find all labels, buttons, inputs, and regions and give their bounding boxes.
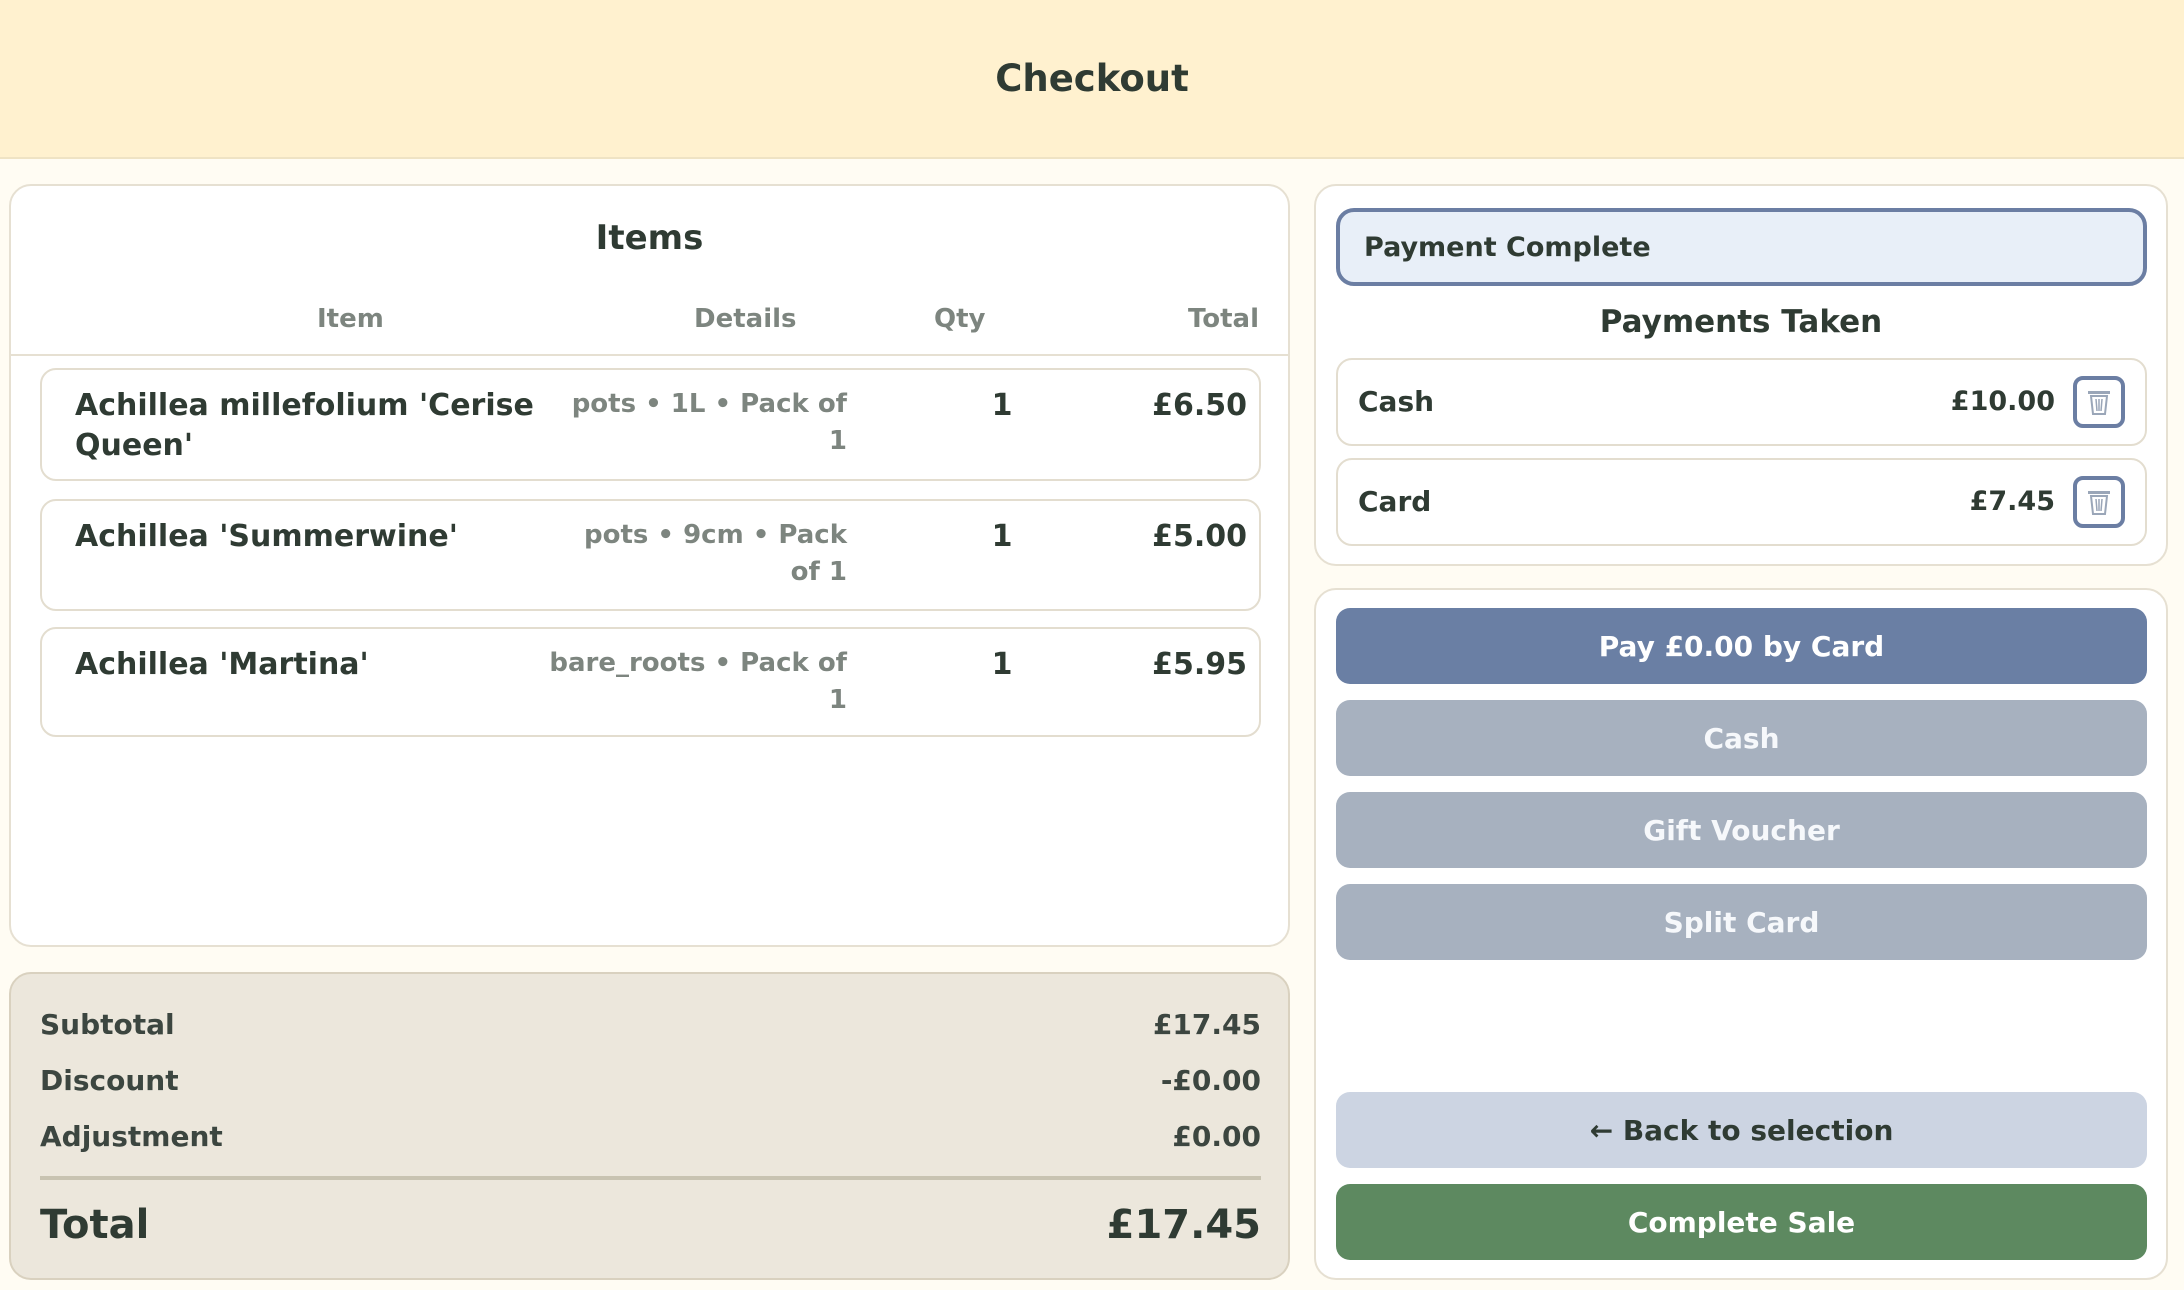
trash-icon — [2088, 491, 2110, 515]
adjustment-value: £0.00 — [1172, 1120, 1261, 1153]
item-qty: 1 — [991, 519, 1013, 554]
column-header-item: Item — [317, 304, 384, 334]
item-qty: 1 — [991, 388, 1013, 423]
payment-method: Card — [1358, 485, 1432, 518]
payment-status-badge: Payment Complete — [1336, 208, 2147, 286]
payments-panel: Payment Complete Payments Taken Cash £10… — [1314, 184, 2168, 566]
total-label: Total — [40, 1202, 150, 1248]
discount-row: Discount -£0.00 — [40, 1064, 1261, 1097]
back-to-selection-button[interactable]: ← Back to selection — [1336, 1092, 2147, 1168]
trash-icon — [2088, 391, 2110, 415]
payment-amount: £7.45 — [1969, 486, 2055, 517]
remove-payment-button[interactable] — [2073, 476, 2125, 528]
item-total: £5.95 — [1152, 647, 1247, 682]
items-panel: Items Item Details Qty Total Achillea mi… — [9, 184, 1290, 947]
payments-taken-title: Payments Taken — [1599, 304, 1883, 340]
item-details: bare_roots • Pack of 1 — [549, 648, 847, 715]
remove-payment-button[interactable] — [2073, 376, 2125, 428]
payment-row-cash: Cash £10.00 — [1336, 358, 2147, 446]
table-row[interactable]: Achillea 'Summerwine' pots • 9cm • Pack … — [40, 499, 1261, 611]
header-divider — [11, 354, 1288, 356]
subtotal-label: Subtotal — [40, 1008, 175, 1041]
discount-value: -£0.00 — [1160, 1064, 1261, 1097]
complete-sale-button[interactable]: Complete Sale — [1336, 1184, 2147, 1260]
table-row[interactable]: Achillea 'Martina' bare_roots • Pack of … — [40, 627, 1261, 737]
payment-amount: £10.00 — [1950, 386, 2055, 417]
item-name: Achillea millefolium 'Cerise Queen' — [75, 388, 534, 463]
page-title: Checkout — [995, 57, 1189, 100]
pay-by-card-button[interactable]: Pay £0.00 by Card — [1336, 608, 2147, 684]
gift-voucher-button[interactable]: Gift Voucher — [1336, 792, 2147, 868]
adjustment-label: Adjustment — [40, 1120, 223, 1153]
column-header-details: Details — [694, 304, 797, 334]
payment-method: Cash — [1358, 385, 1435, 418]
payment-row-card: Card £7.45 — [1336, 458, 2147, 546]
item-total: £5.00 — [1152, 519, 1247, 554]
subtotal-value: £17.45 — [1152, 1008, 1261, 1041]
split-card-button[interactable]: Split Card — [1336, 884, 2147, 960]
column-header-qty: Qty — [934, 304, 986, 334]
item-name: Achillea 'Martina' — [75, 647, 369, 682]
discount-label: Discount — [40, 1064, 179, 1097]
total-value: £17.45 — [1106, 1202, 1261, 1248]
totals-divider — [40, 1176, 1261, 1180]
item-total: £6.50 — [1152, 388, 1247, 423]
checkout-header: Checkout — [0, 0, 2184, 159]
adjustment-row: Adjustment £0.00 — [40, 1120, 1261, 1153]
column-header-total: Total — [1187, 304, 1259, 334]
items-title: Items — [595, 218, 704, 258]
item-qty: 1 — [991, 647, 1013, 682]
item-details: pots • 1L • Pack of 1 — [571, 389, 847, 456]
totals-panel: Subtotal £17.45 Discount -£0.00 Adjustme… — [9, 972, 1290, 1280]
actions-panel: Pay £0.00 by Card Cash Gift Voucher Spli… — [1314, 588, 2168, 1280]
table-row[interactable]: Achillea millefolium 'Cerise Queen' pots… — [40, 368, 1261, 481]
total-row: Total £17.45 — [40, 1202, 1261, 1248]
cash-button[interactable]: Cash — [1336, 700, 2147, 776]
item-name: Achillea 'Summerwine' — [75, 519, 458, 554]
item-details: pots • 9cm • Pack of 1 — [583, 520, 847, 587]
subtotal-row: Subtotal £17.45 — [40, 1008, 1261, 1041]
